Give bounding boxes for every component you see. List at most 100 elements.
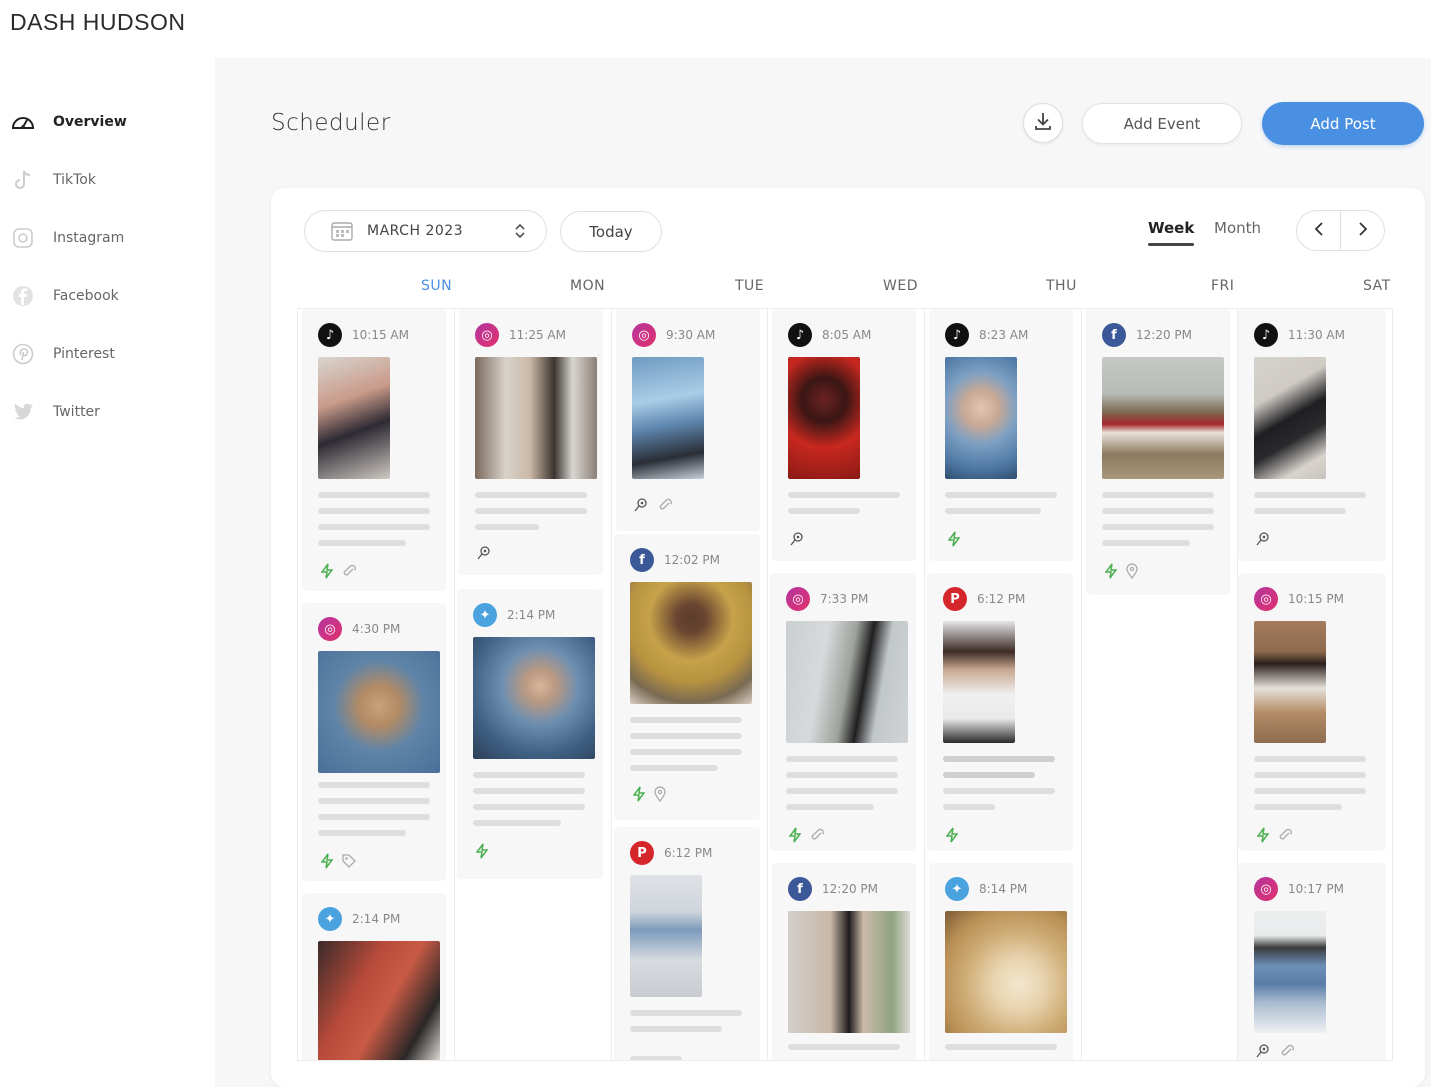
- sidebar-item-pinterest[interactable]: Pinterest: [10, 339, 115, 369]
- paperclip-icon[interactable]: [341, 563, 357, 583]
- scheduled-post[interactable]: ♪ 8:23 AM: [929, 309, 1073, 561]
- post-image[interactable]: [475, 357, 597, 479]
- post-image[interactable]: [632, 357, 704, 479]
- boost-icon[interactable]: [475, 843, 489, 863]
- month-selector[interactable]: MARCH 2023: [304, 210, 547, 252]
- tab-week[interactable]: Week: [1148, 219, 1195, 246]
- facebook-icon: [10, 283, 36, 309]
- tab-month[interactable]: Month: [1214, 219, 1261, 237]
- scheduled-post[interactable]: f 12:20 PM: [772, 863, 916, 1060]
- twitter-icon: ✦: [318, 907, 342, 931]
- day-column-fri: f 12:20 PM: [1082, 309, 1238, 1060]
- location-marker-icon[interactable]: [653, 786, 667, 806]
- scheduled-post[interactable]: ◎ 7:33 PM: [770, 573, 916, 851]
- scheduled-post[interactable]: P 6:12 PM: [614, 827, 760, 1060]
- scheduled-post[interactable]: ♪ 10:15 AM: [302, 309, 446, 591]
- post-time: 10:17 PM: [1288, 882, 1344, 896]
- post-image[interactable]: [630, 875, 702, 997]
- scheduled-post[interactable]: f 12:20 PM: [1086, 309, 1230, 595]
- post-time: 12:20 PM: [822, 882, 878, 896]
- sidebar-item-label: TikTok: [53, 172, 96, 188]
- post-image[interactable]: [1254, 357, 1326, 479]
- scheduled-post[interactable]: ✦ 2:14 PM: [457, 589, 603, 879]
- post-time: 12:02 PM: [664, 553, 720, 567]
- post-image[interactable]: [788, 357, 860, 479]
- location-pin-icon[interactable]: [1255, 531, 1271, 551]
- boost-icon[interactable]: [788, 827, 802, 847]
- previous-week-button[interactable]: [1297, 211, 1340, 250]
- location-pin-icon[interactable]: [476, 545, 492, 565]
- main-panel: Scheduler Add Event Add Post MARCH 2023 …: [215, 58, 1431, 1087]
- location-pin-icon[interactable]: [1255, 1043, 1271, 1060]
- post-image[interactable]: [943, 621, 1015, 743]
- sidebar: Overview TikTok Instagram Facebook Pinte…: [0, 58, 215, 1087]
- scheduler-calendar: MARCH 2023 Today Week Month SUN MON TUE …: [271, 188, 1425, 1087]
- scheduled-post[interactable]: P 6:12 PM: [927, 573, 1073, 851]
- location-pin-icon[interactable]: [633, 497, 649, 517]
- placeholder-line: [318, 798, 430, 804]
- brand-logo[interactable]: DASH HUDSON: [10, 9, 185, 36]
- tiktok-icon: ♪: [318, 323, 342, 347]
- tag-icon[interactable]: [341, 853, 357, 873]
- sidebar-item-facebook[interactable]: Facebook: [10, 281, 119, 311]
- boost-icon[interactable]: [1104, 563, 1118, 583]
- sidebar-item-overview[interactable]: Overview: [10, 107, 127, 137]
- twitter-icon: ✦: [473, 603, 497, 627]
- placeholder-line: [473, 804, 585, 810]
- post-image[interactable]: [318, 357, 390, 479]
- boost-icon[interactable]: [947, 531, 961, 551]
- twitter-icon: ✦: [945, 877, 969, 901]
- scheduled-post[interactable]: ◎ 11:25 AM: [459, 309, 603, 575]
- post-image[interactable]: [473, 637, 595, 759]
- paperclip-icon[interactable]: [1277, 827, 1293, 847]
- post-image[interactable]: [318, 941, 440, 1060]
- placeholder-line: [1254, 788, 1366, 794]
- chevron-left-icon: [1314, 221, 1324, 241]
- post-image[interactable]: [1254, 911, 1326, 1033]
- post-image[interactable]: [945, 911, 1067, 1033]
- next-week-button[interactable]: [1341, 211, 1384, 250]
- add-event-button[interactable]: Add Event: [1082, 103, 1242, 144]
- download-button[interactable]: [1023, 103, 1063, 143]
- location-marker-icon[interactable]: [1125, 563, 1139, 583]
- scheduled-post[interactable]: ◎ 9:30 AM: [616, 309, 760, 531]
- paperclip-icon[interactable]: [809, 827, 825, 847]
- today-button[interactable]: Today: [560, 211, 662, 252]
- boost-icon[interactable]: [945, 827, 959, 847]
- boost-icon[interactable]: [320, 563, 334, 583]
- scheduled-post[interactable]: ◎ 4:30 PM: [302, 603, 446, 881]
- post-time: 4:30 PM: [352, 622, 401, 636]
- add-post-button[interactable]: Add Post: [1262, 102, 1424, 145]
- boost-icon[interactable]: [320, 853, 334, 873]
- post-image[interactable]: [1254, 621, 1326, 743]
- scheduled-post[interactable]: ♪ 8:05 AM: [772, 309, 916, 561]
- paperclip-icon[interactable]: [1279, 1043, 1295, 1060]
- day-header-wed: WED: [883, 278, 918, 294]
- boost-icon[interactable]: [1256, 827, 1270, 847]
- placeholder-line: [786, 804, 874, 810]
- scheduled-post[interactable]: f 12:02 PM: [614, 534, 760, 820]
- paperclip-icon[interactable]: [657, 497, 673, 517]
- placeholder-line: [630, 733, 742, 739]
- post-image[interactable]: [788, 911, 910, 1033]
- placeholder-line: [473, 788, 585, 794]
- placeholder-line: [945, 492, 1057, 498]
- post-image[interactable]: [945, 357, 1017, 479]
- sidebar-item-tiktok[interactable]: TikTok: [10, 165, 96, 195]
- post-image[interactable]: [318, 651, 440, 773]
- post-image[interactable]: [630, 582, 752, 704]
- sidebar-item-twitter[interactable]: Twitter: [10, 397, 100, 427]
- placeholder-line: [786, 756, 898, 762]
- post-image[interactable]: [1102, 357, 1224, 479]
- scheduled-post[interactable]: ♪ 11:30 AM: [1238, 309, 1386, 561]
- placeholder-line: [630, 1056, 682, 1060]
- scheduled-post[interactable]: ◎ 10:15 PM: [1238, 573, 1386, 851]
- sidebar-item-instagram[interactable]: Instagram: [10, 223, 124, 253]
- scheduled-post[interactable]: ✦ 8:14 PM: [929, 863, 1073, 1060]
- scheduled-post[interactable]: ◎ 10:17 PM: [1238, 863, 1386, 1060]
- post-image[interactable]: [786, 621, 908, 743]
- boost-icon[interactable]: [632, 786, 646, 806]
- post-time: 9:30 AM: [666, 328, 716, 342]
- location-pin-icon[interactable]: [789, 531, 805, 551]
- scheduled-post[interactable]: ✦ 2:14 PM: [302, 893, 446, 1060]
